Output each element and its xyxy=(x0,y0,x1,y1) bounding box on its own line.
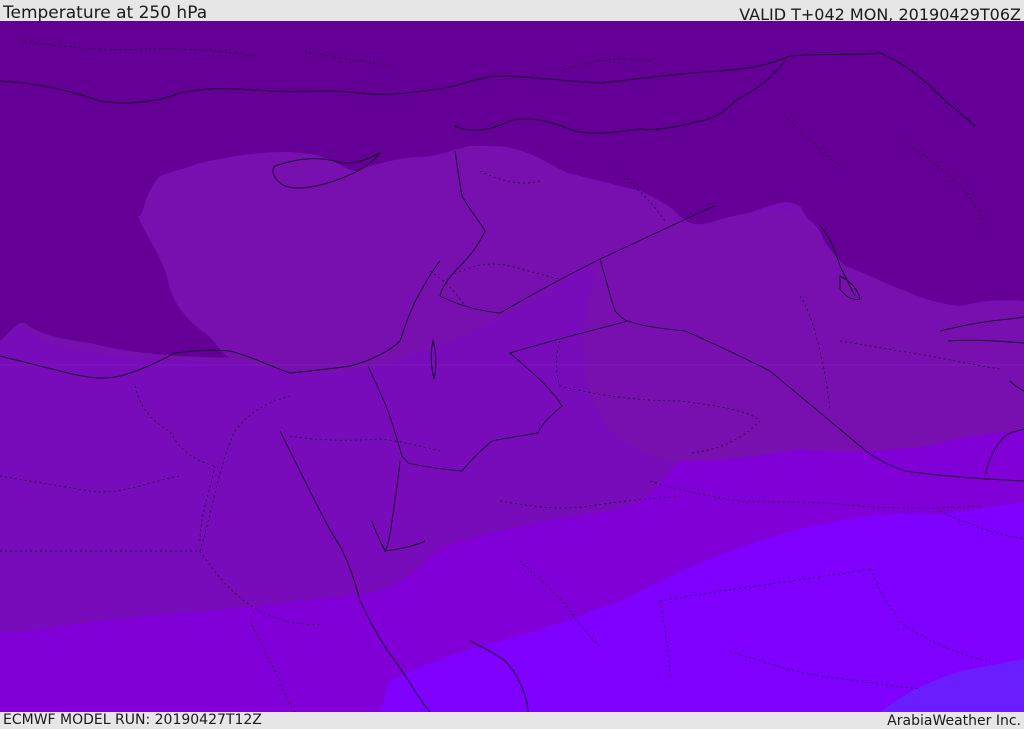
footer-bar: ECMWF MODEL RUN: 20190427T12Z ArabiaWeat… xyxy=(0,712,1024,729)
header-bar: Temperature at 250 hPa VALID T+042 MON, … xyxy=(0,0,1024,24)
credit-label: ArabiaWeather Inc. xyxy=(887,713,1021,729)
map-canvas[interactable] xyxy=(0,21,1024,712)
weather-map-page: Temperature at 250 hPa VALID T+042 MON, … xyxy=(0,0,1024,729)
temperature-map-svg xyxy=(0,21,1024,712)
model-run-label: ECMWF MODEL RUN: 20190427T12Z xyxy=(3,712,262,728)
